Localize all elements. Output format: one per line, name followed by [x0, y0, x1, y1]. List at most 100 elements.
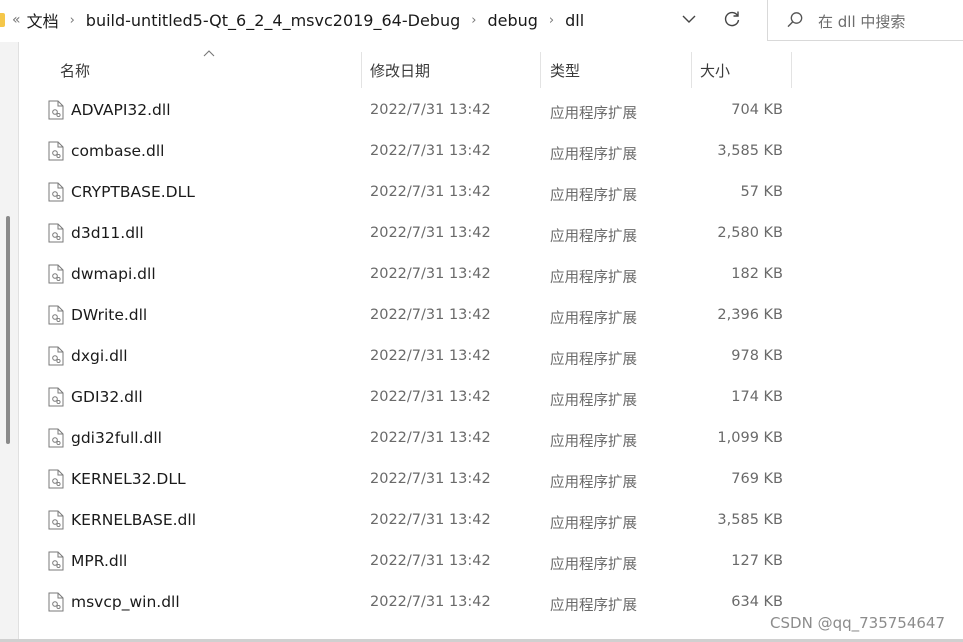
dll-file-icon: [48, 428, 64, 448]
file-size: 3,585 KB: [717, 512, 783, 528]
file-date: 2022/7/31 13:42: [370, 471, 491, 487]
file-date: 2022/7/31 13:42: [370, 512, 491, 528]
chevron-right-icon[interactable]: ›: [471, 13, 476, 28]
file-name[interactable]: MPR.dll: [71, 552, 127, 570]
chevron-right-icon[interactable]: ›: [549, 13, 554, 28]
file-date: 2022/7/31 13:42: [370, 102, 491, 118]
file-name[interactable]: GDI32.dll: [71, 388, 143, 406]
file-row[interactable]: d3d11.dll 2022/7/31 13:42 应用程序扩展 2,580 K…: [18, 213, 963, 254]
file-name[interactable]: d3d11.dll: [71, 224, 144, 242]
column-divider[interactable]: [540, 52, 541, 88]
file-name[interactable]: KERNEL32.DLL: [71, 470, 186, 488]
dll-file-icon: [48, 469, 64, 489]
file-size: 182 KB: [731, 266, 783, 282]
file-size: 127 KB: [731, 553, 783, 569]
file-name[interactable]: combase.dll: [71, 142, 164, 160]
file-type: 应用程序扩展: [550, 270, 637, 286]
column-header-date-label: 修改日期: [370, 61, 431, 80]
file-size: 1,099 KB: [717, 430, 783, 446]
file-row[interactable]: GDI32.dll 2022/7/31 13:42 应用程序扩展 174 KB: [18, 377, 963, 418]
column-header-name-label: 名称: [60, 61, 91, 80]
breadcrumb-item-build-folder[interactable]: build-untitled5-Qt_6_2_4_msvc2019_64-Deb…: [86, 11, 460, 30]
chevron-right-icon[interactable]: ›: [70, 13, 75, 28]
file-size: 769 KB: [731, 471, 783, 487]
file-row[interactable]: dxgi.dll 2022/7/31 13:42 应用程序扩展 978 KB: [18, 336, 963, 377]
file-size: 2,396 KB: [717, 307, 783, 323]
column-divider[interactable]: [691, 52, 692, 88]
search-icon: [787, 12, 803, 28]
file-name[interactable]: DWrite.dll: [71, 306, 147, 324]
file-type: 应用程序扩展: [550, 393, 637, 409]
dll-file-icon: [48, 387, 64, 407]
breadcrumb-item-dll[interactable]: dll: [565, 11, 584, 30]
file-size: 704 KB: [731, 102, 783, 118]
file-type: 应用程序扩展: [550, 598, 637, 614]
file-name[interactable]: ADVAPI32.dll: [71, 101, 171, 119]
dll-file-icon: [48, 223, 64, 243]
file-date: 2022/7/31 13:42: [370, 266, 491, 282]
file-row[interactable]: CRYPTBASE.DLL 2022/7/31 13:42 应用程序扩展 57 …: [18, 172, 963, 213]
dll-file-icon: [48, 551, 64, 571]
file-date: 2022/7/31 13:42: [370, 225, 491, 241]
file-row[interactable]: ADVAPI32.dll 2022/7/31 13:42 应用程序扩展 704 …: [18, 90, 963, 131]
watermark-text: CSDN @qq_735754647: [768, 614, 947, 632]
file-date: 2022/7/31 13:42: [370, 594, 491, 610]
column-divider[interactable]: [361, 52, 362, 88]
file-type: 应用程序扩展: [550, 311, 637, 327]
file-name[interactable]: dxgi.dll: [71, 347, 128, 365]
file-date: 2022/7/31 13:42: [370, 307, 491, 323]
file-type: 应用程序扩展: [550, 434, 637, 450]
chevron-down-icon: [682, 15, 696, 23]
file-size: 174 KB: [731, 389, 783, 405]
dll-file-icon: [48, 305, 64, 325]
file-row[interactable]: gdi32full.dll 2022/7/31 13:42 应用程序扩展 1,0…: [18, 418, 963, 459]
column-header-name[interactable]: 名称: [60, 52, 360, 88]
file-name[interactable]: msvcp_win.dll: [71, 593, 180, 611]
file-type: 应用程序扩展: [550, 229, 637, 245]
file-name[interactable]: KERNELBASE.dll: [71, 511, 196, 529]
column-header-row: 名称 修改日期 类型 大小: [18, 50, 963, 88]
file-type: 应用程序扩展: [550, 188, 637, 204]
file-size: 57 KB: [740, 184, 783, 200]
dll-file-icon: [48, 100, 64, 120]
breadcrumb-item-debug[interactable]: debug: [487, 11, 537, 30]
file-row[interactable]: dwmapi.dll 2022/7/31 13:42 应用程序扩展 182 KB: [18, 254, 963, 295]
file-row[interactable]: MPR.dll 2022/7/31 13:42 应用程序扩展 127 KB: [18, 541, 963, 582]
dll-file-icon: [48, 592, 64, 612]
file-size: 2,580 KB: [717, 225, 783, 241]
column-divider[interactable]: [791, 52, 792, 88]
address-history-button[interactable]: [678, 7, 700, 31]
file-date: 2022/7/31 13:42: [370, 389, 491, 405]
file-date: 2022/7/31 13:42: [370, 553, 491, 569]
column-header-type-label: 类型: [550, 61, 581, 80]
dll-file-icon: [48, 346, 64, 366]
refresh-button[interactable]: [720, 7, 744, 31]
file-row[interactable]: combase.dll 2022/7/31 13:42 应用程序扩展 3,585…: [18, 131, 963, 172]
column-header-date[interactable]: 修改日期: [370, 52, 540, 88]
column-header-size[interactable]: 大小: [700, 52, 790, 88]
file-name[interactable]: dwmapi.dll: [71, 265, 156, 283]
breadcrumb[interactable]: « 文档 › build-untitled5-Qt_6_2_4_msvc2019…: [12, 8, 584, 32]
file-type: 应用程序扩展: [550, 106, 637, 122]
dll-file-icon: [48, 182, 64, 202]
file-size: 978 KB: [731, 348, 783, 364]
file-row[interactable]: DWrite.dll 2022/7/31 13:42 应用程序扩展 2,396 …: [18, 295, 963, 336]
breadcrumb-overflow[interactable]: «: [12, 12, 21, 28]
scrollbar-thumb[interactable]: [6, 216, 10, 444]
file-type: 应用程序扩展: [550, 557, 637, 573]
file-row[interactable]: KERNELBASE.dll 2022/7/31 13:42 应用程序扩展 3,…: [18, 500, 963, 541]
folder-icon: [0, 13, 5, 27]
file-size: 634 KB: [731, 594, 783, 610]
file-type: 应用程序扩展: [550, 352, 637, 368]
column-header-size-label: 大小: [700, 61, 731, 80]
file-name[interactable]: gdi32full.dll: [71, 429, 162, 447]
column-header-type[interactable]: 类型: [550, 52, 690, 88]
file-type: 应用程序扩展: [550, 147, 637, 163]
breadcrumb-item-documents[interactable]: 文档: [27, 8, 59, 32]
file-name[interactable]: CRYPTBASE.DLL: [71, 183, 195, 201]
file-date: 2022/7/31 13:42: [370, 430, 491, 446]
dll-file-icon: [48, 264, 64, 284]
search-input[interactable]: 在 dll 中搜索: [767, 0, 963, 41]
file-row[interactable]: KERNEL32.DLL 2022/7/31 13:42 应用程序扩展 769 …: [18, 459, 963, 500]
file-size: 3,585 KB: [717, 143, 783, 159]
